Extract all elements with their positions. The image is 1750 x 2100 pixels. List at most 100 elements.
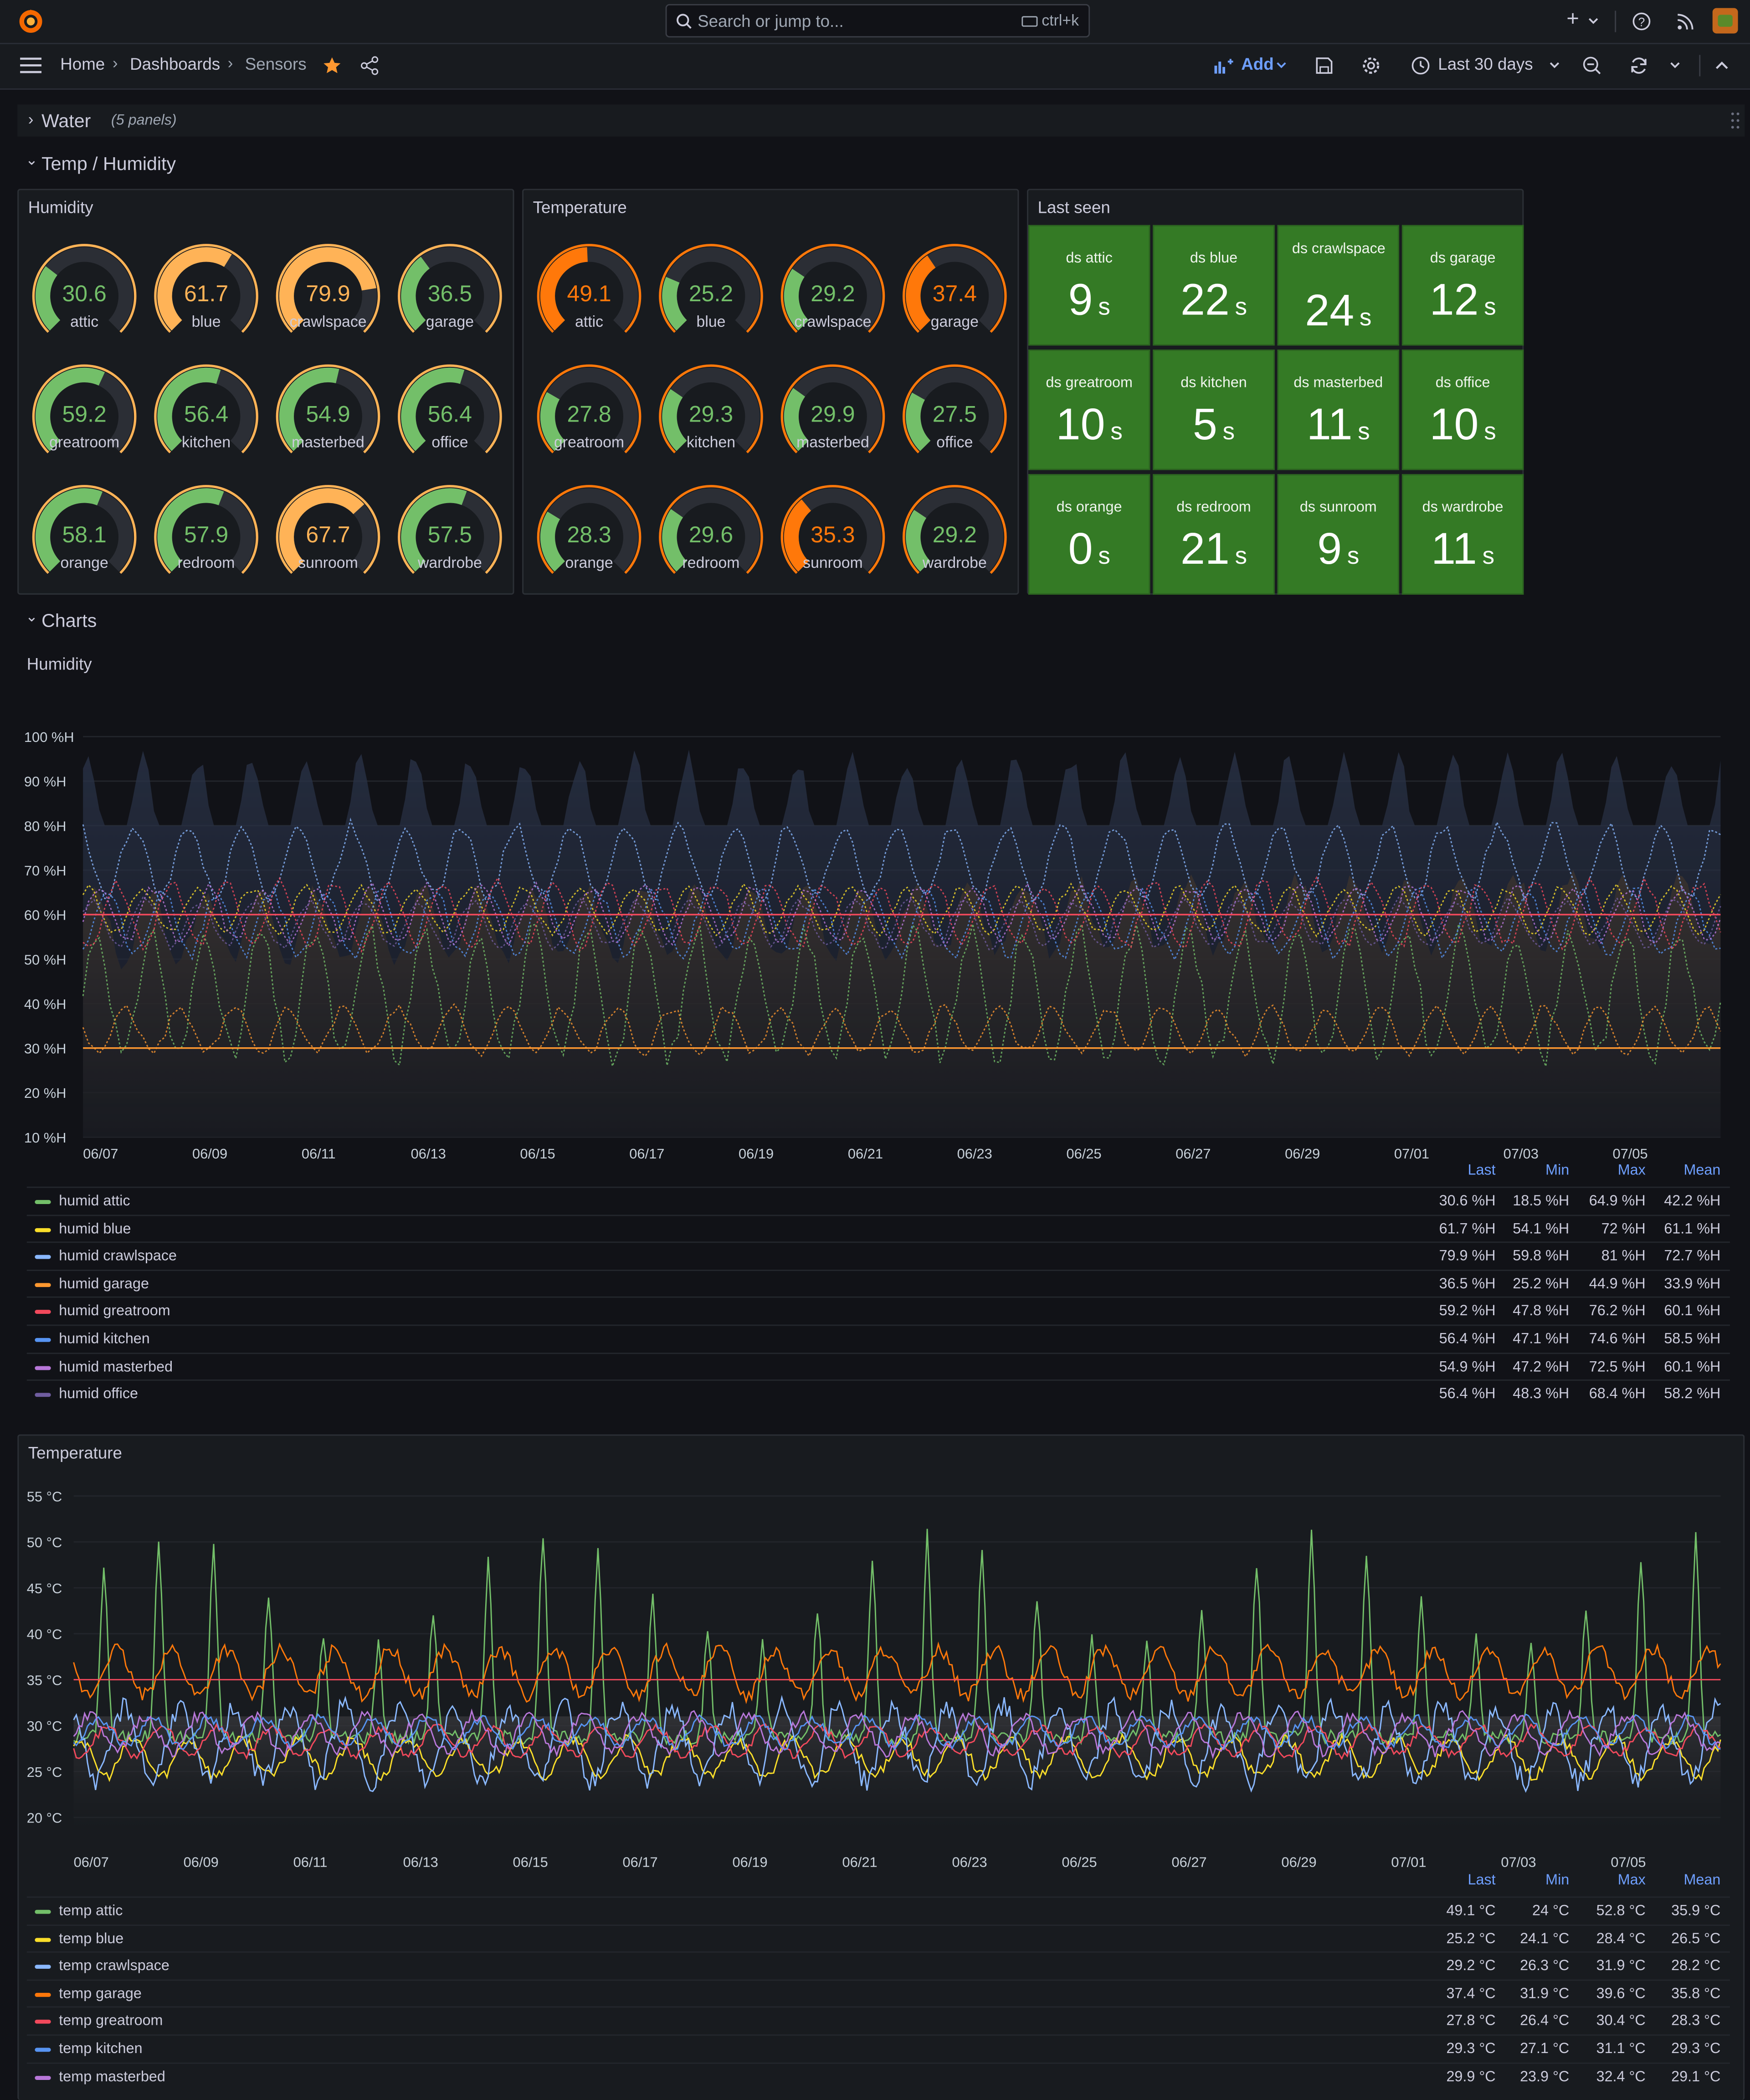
stat-tile[interactable]: ds masterbed 11 s xyxy=(1277,350,1400,470)
legend-column-header[interactable]: Min xyxy=(1489,1872,1569,1888)
stat-tile[interactable]: ds sunroom 9 s xyxy=(1277,474,1400,595)
gauge-label: kitchen xyxy=(686,435,736,452)
news-feed-icon[interactable] xyxy=(1676,12,1695,31)
legend-row[interactable]: temp crawlspace 29.2 °C 26.3 °C 31.9 °C 28.2… xyxy=(26,1951,1730,1980)
stat-tile[interactable]: ds redroom 21 s xyxy=(1153,474,1275,595)
humidity-chart[interactable]: 100 %H 90 %H 80 %H 70 %H 60 %H 50 %H 40 %H 30 %… xyxy=(0,669,1750,1179)
clock-icon xyxy=(1411,57,1430,75)
x-tick-label: 06/21 xyxy=(848,1146,883,1162)
temperature-chart[interactable]: 55 °C 50 °C 45 °C 40 °C 35 °C 30 °C 25 °C 20 °C… xyxy=(0,1473,1750,1889)
search-shortcut: ctrl+k xyxy=(1042,13,1079,30)
breadcrumb-dashboards[interactable]: Dashboards xyxy=(130,55,220,73)
chevron-down-icon[interactable] xyxy=(1276,62,1287,70)
stat-tile[interactable]: ds greatroom 10 s xyxy=(1028,350,1150,470)
legend-column-header[interactable]: Last xyxy=(1415,1872,1496,1888)
legend-value-last: 30.6 %H xyxy=(1439,1193,1496,1210)
legend-row[interactable]: temp greatroom 27.8 °C 26.4 °C 30.4 °C 28.3 … xyxy=(26,2007,1730,2035)
legend-value-max: 52.8 °C xyxy=(1596,1903,1646,1920)
legend-value-mean: 28.3 °C xyxy=(1671,2013,1721,2030)
y-tick-label: 35 °C xyxy=(27,1672,62,1688)
legend-value-max: 64.9 %H xyxy=(1589,1193,1646,1210)
add-button[interactable]: Add xyxy=(1241,55,1273,73)
legend-row[interactable]: humid kitchen 56.4 %H 47.1 %H 74.6 %H 58.5 %… xyxy=(26,1324,1730,1353)
stat-number: 9 xyxy=(1068,274,1093,324)
row-water[interactable]: › Water (5 panels) xyxy=(17,104,1745,137)
panel-temperature-gauges: Temperature 49.1 attic 25.2 blue 29.2 crawlsp… xyxy=(522,189,1019,595)
star-icon[interactable] xyxy=(323,56,341,75)
legend-column-header[interactable]: Min xyxy=(1489,1163,1569,1179)
legend-column-header[interactable]: Mean xyxy=(1640,1872,1720,1888)
legend-value-mean: 58.2 %H xyxy=(1664,1386,1721,1403)
legend-row[interactable]: temp garage 37.4 °C 31.9 °C 39.6 °C 35.8 °C xyxy=(26,1979,1730,2007)
gauge-value: 57.5 xyxy=(427,522,472,548)
stat-tile[interactable]: ds wardrobe 11 s xyxy=(1401,474,1524,595)
user-avatar[interactable] xyxy=(1712,8,1738,34)
legend-value-max: 76.2 %H xyxy=(1589,1303,1646,1320)
chevron-down-icon[interactable] xyxy=(1670,62,1681,70)
legend-row[interactable]: humid blue 61.7 %H 54.1 %H 72 %H 61.1 %H xyxy=(26,1214,1730,1242)
y-tick-label: 20 °C xyxy=(27,1810,62,1826)
legend-column-header[interactable]: Max xyxy=(1565,1872,1646,1888)
legend-row[interactable]: temp kitchen 29.3 °C 27.1 °C 31.1 °C 29.3 °C xyxy=(26,2034,1730,2063)
chevron-down-icon[interactable] xyxy=(1549,62,1560,70)
stat-label: ds garage xyxy=(1430,250,1496,267)
drag-handle-icon[interactable] xyxy=(1730,111,1741,130)
legend-value-min: 47.8 %H xyxy=(1513,1303,1570,1320)
legend-row[interactable]: temp masterbed 29.9 °C 23.9 °C 32.4 °C 29.1 … xyxy=(26,2062,1730,2090)
stat-number: 10 xyxy=(1429,399,1479,449)
series-name: humid crawlspace xyxy=(59,1248,177,1265)
share-icon[interactable] xyxy=(360,56,379,75)
stat-unit: s xyxy=(1484,293,1496,320)
stat-tile[interactable]: ds kitchen 5 s xyxy=(1153,350,1275,470)
x-tick-label: 07/05 xyxy=(1611,1854,1646,1870)
gear-icon[interactable] xyxy=(1362,56,1380,75)
grafana-logo-icon[interactable] xyxy=(17,8,44,35)
legend-row[interactable]: temp blue 25.2 °C 24.1 °C 28.4 °C 26.5 °C xyxy=(26,1924,1730,1952)
stat-tile[interactable]: ds office 10 s xyxy=(1401,350,1524,470)
legend-value-last: 59.2 %H xyxy=(1439,1303,1496,1320)
gauge-masterbed: 54.9 masterbed xyxy=(272,360,385,473)
legend-row[interactable]: humid masterbed 54.9 %H 47.2 %H 72.5 %H 60.1… xyxy=(26,1352,1730,1380)
x-tick-label: 06/21 xyxy=(842,1854,877,1870)
search-bar[interactable]: Search or jump to... ctrl+k xyxy=(665,4,1090,38)
stat-tile[interactable]: ds blue 22 s xyxy=(1153,225,1275,346)
stat-unit: s xyxy=(1347,542,1360,569)
gauge-sunroom: 67.7 sunroom xyxy=(272,481,385,593)
legend-value-mean: 72.7 %H xyxy=(1664,1248,1721,1265)
gauge-value: 56.4 xyxy=(427,401,472,427)
row-charts[interactable]: ⌄ Charts xyxy=(17,605,553,635)
stat-tile[interactable]: ds crawlspace 24 s xyxy=(1277,225,1400,346)
legend-row[interactable]: temp attic 49.1 °C 24 °C 52.8 °C 35.9 °C xyxy=(26,1896,1730,1925)
gauge-value: 58.1 xyxy=(62,522,107,548)
legend-row[interactable]: humid attic 30.6 %H 18.5 %H 64.9 %H 42.2 %H xyxy=(26,1186,1730,1215)
stat-tile[interactable]: ds orange 0 s xyxy=(1028,474,1150,595)
help-icon[interactable]: ? xyxy=(1632,12,1651,31)
chevron-up-icon[interactable] xyxy=(1715,60,1729,70)
menu-icon[interactable] xyxy=(20,57,42,73)
gauge-office: 56.4 office xyxy=(394,360,506,473)
new-plus-icon[interactable]: + xyxy=(1566,8,1579,32)
legend-row[interactable]: humid greatroom 59.2 %H 47.8 %H 76.2 %H 60.1… xyxy=(26,1297,1730,1325)
legend-column-header[interactable]: Max xyxy=(1565,1163,1646,1179)
x-tick-label: 06/23 xyxy=(952,1854,987,1870)
series-color-swatch xyxy=(35,1282,51,1287)
save-icon[interactable] xyxy=(1315,56,1334,75)
gauge-kitchen: 29.3 kitchen xyxy=(655,360,767,473)
panel-humidity-gauges: Humidity 30.6 attic 61.7 blue 79.9 crawlspace… xyxy=(17,189,514,595)
row-temp-humidity[interactable]: ⌄ Temp / Humidity xyxy=(17,149,553,178)
legend-row[interactable]: humid office 56.4 %H 48.3 %H 68.4 %H 58.2 %H xyxy=(26,1379,1730,1408)
legend-value-min: 24.1 °C xyxy=(1520,1930,1570,1947)
y-tick-label: 60 %H xyxy=(24,907,67,923)
legend-column-header[interactable]: Last xyxy=(1415,1163,1496,1179)
stat-tile[interactable]: ds garage 12 s xyxy=(1401,225,1524,346)
stat-tile[interactable]: ds attic 9 s xyxy=(1028,225,1150,346)
stat-value: 9s xyxy=(1030,274,1149,325)
legend-column-header[interactable]: Mean xyxy=(1640,1163,1720,1179)
refresh-icon[interactable] xyxy=(1630,56,1648,75)
chevron-down-icon[interactable] xyxy=(1588,17,1599,26)
legend-row[interactable]: humid garage 36.5 %H 25.2 %H 44.9 %H 33.9 %H xyxy=(26,1269,1730,1297)
breadcrumb-home[interactable]: Home xyxy=(60,55,105,73)
time-range-picker[interactable]: Last 30 days xyxy=(1438,55,1533,73)
legend-row[interactable]: humid crawlspace 79.9 %H 59.8 %H 81 %H 72.7 … xyxy=(26,1241,1730,1270)
zoom-out-icon[interactable] xyxy=(1583,56,1601,75)
